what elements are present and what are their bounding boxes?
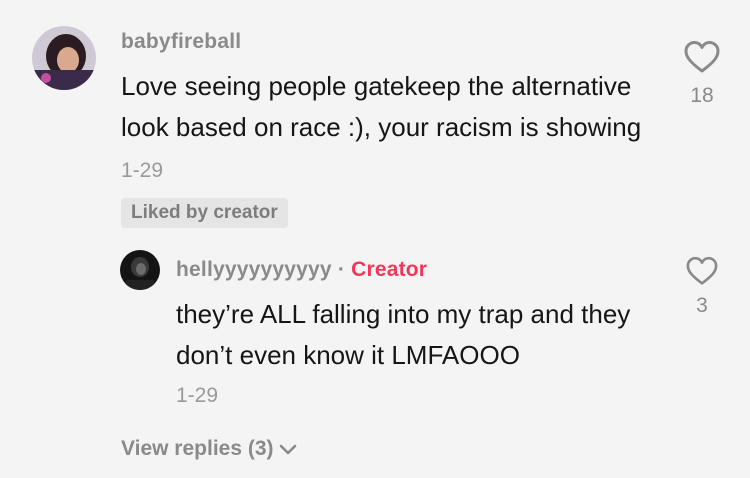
reply-header: hellyyyyyyyyyy · Creator — [176, 258, 427, 282]
like-count: 18 — [690, 84, 714, 107]
creator-badge: Creator — [351, 258, 428, 281]
separator-dot: · — [337, 258, 346, 281]
view-replies-button[interactable]: View replies (3) — [121, 437, 298, 461]
comment-timestamp: 1-29 — [121, 159, 164, 182]
reply-text: they’re ALL falling into my trap and the… — [176, 294, 646, 376]
chevron-down-icon — [279, 445, 296, 455]
heart-icon — [684, 41, 720, 73]
reply-username[interactable]: hellyyyyyyyyyy — [176, 258, 332, 281]
avatar[interactable] — [120, 250, 160, 290]
liked-by-creator-badge: Liked by creator — [121, 198, 288, 228]
reply-timestamp: 1-29 — [176, 384, 219, 407]
heart-icon — [686, 256, 718, 285]
comment-text: Love seeing people gatekeep the alternat… — [121, 66, 651, 191]
view-replies-label: View replies (3) — [121, 437, 274, 460]
like-button[interactable] — [684, 40, 720, 74]
comment-body: Love seeing people gatekeep the alternat… — [121, 71, 642, 142]
like-count: 3 — [696, 294, 708, 317]
reply-body: they’re ALL falling into my trap and the… — [176, 299, 631, 370]
like-button[interactable] — [686, 256, 718, 286]
avatar[interactable] — [32, 26, 96, 90]
comment-username[interactable]: babyfireball — [121, 30, 241, 54]
